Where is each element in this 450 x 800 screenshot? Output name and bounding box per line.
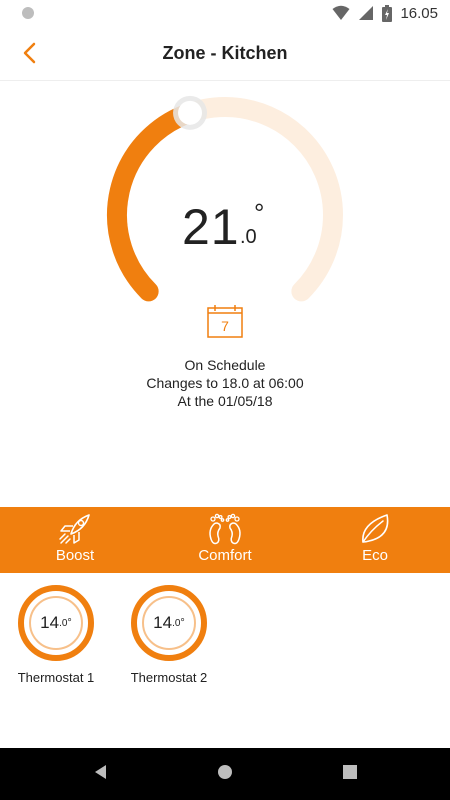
comfort-label: Comfort — [198, 547, 252, 564]
leaf-icon — [362, 514, 389, 543]
thermostat-ring: 14.0 ° — [18, 585, 94, 661]
eco-label: Eco — [362, 547, 388, 564]
current-temperature-decimal: .0 — [240, 226, 257, 248]
status-time: 16.05 — [400, 4, 438, 22]
current-temperature: 21 — [182, 199, 240, 255]
nav-back-button[interactable] — [92, 763, 110, 786]
calendar-icon[interactable]: 7 — [207, 304, 243, 338]
degree-symbol: ° — [254, 198, 265, 228]
notification-dot-icon — [22, 7, 34, 19]
page-title: Zone - Kitchen — [162, 43, 288, 63]
schedule-info: On Schedule Changes to 18.0 at 06:00 At … — [0, 356, 450, 410]
schedule-status: On Schedule — [184, 357, 266, 373]
thermostat-temperature: 14 — [153, 613, 173, 632]
app-bar: Zone - Kitchen — [0, 26, 450, 81]
thermostat-ring-inner: 14.0 ° — [142, 596, 196, 650]
nav-recents-icon — [343, 765, 357, 779]
thermostat-degree: ° — [67, 617, 72, 629]
mode-bar: Boost Comfort Eco — [0, 507, 450, 573]
schedule-change: Changes to 18.0 at 06:00 — [146, 375, 304, 391]
thermostat-ring: 14.0 ° — [131, 585, 207, 661]
comfort-button[interactable]: Comfort — [150, 507, 300, 573]
thermostat-name: Thermostat 2 — [130, 670, 208, 685]
thermostat-temperature: 14 — [40, 613, 60, 632]
nav-recents-button[interactable] — [341, 763, 359, 786]
nav-home-button[interactable] — [216, 763, 234, 786]
boost-label: Boost — [55, 547, 95, 564]
thermostat-degree: ° — [180, 617, 185, 629]
nav-home-icon — [218, 765, 232, 779]
dial-progress — [107, 102, 201, 302]
dial-knob[interactable] — [173, 95, 208, 130]
calendar-day: 7 — [221, 318, 229, 334]
thermostat-name: Thermostat 1 — [17, 670, 95, 685]
wifi-icon — [332, 5, 350, 20]
rocket-icon — [59, 514, 90, 544]
battery-icon — [382, 4, 393, 22]
thermostat-ring-inner: 14.0 ° — [29, 596, 83, 650]
thermostat-temperature-decimal: .0 — [59, 617, 68, 629]
feet-icon — [209, 513, 241, 545]
thermostat-card-2[interactable]: 14.0 ° Thermostat 2 — [114, 585, 224, 685]
thermostat-temperature-decimal: .0 — [172, 617, 181, 629]
navigation-bar — [0, 748, 450, 800]
nav-back-icon — [95, 765, 106, 779]
eco-button[interactable]: Eco — [300, 507, 450, 573]
status-icons: 16.05 — [332, 3, 438, 23]
schedule-date: At the 01/05/18 — [177, 393, 273, 409]
temperature-dial: 21 .0 ° 7 On Schedule Changes to 18.0 at… — [0, 80, 450, 505]
boost-button[interactable]: Boost — [0, 507, 150, 573]
thermostat-card-1[interactable]: 14.0 ° Thermostat 1 — [1, 585, 111, 685]
status-bar: 16.05 — [0, 0, 450, 26]
signal-icon — [359, 6, 374, 20]
